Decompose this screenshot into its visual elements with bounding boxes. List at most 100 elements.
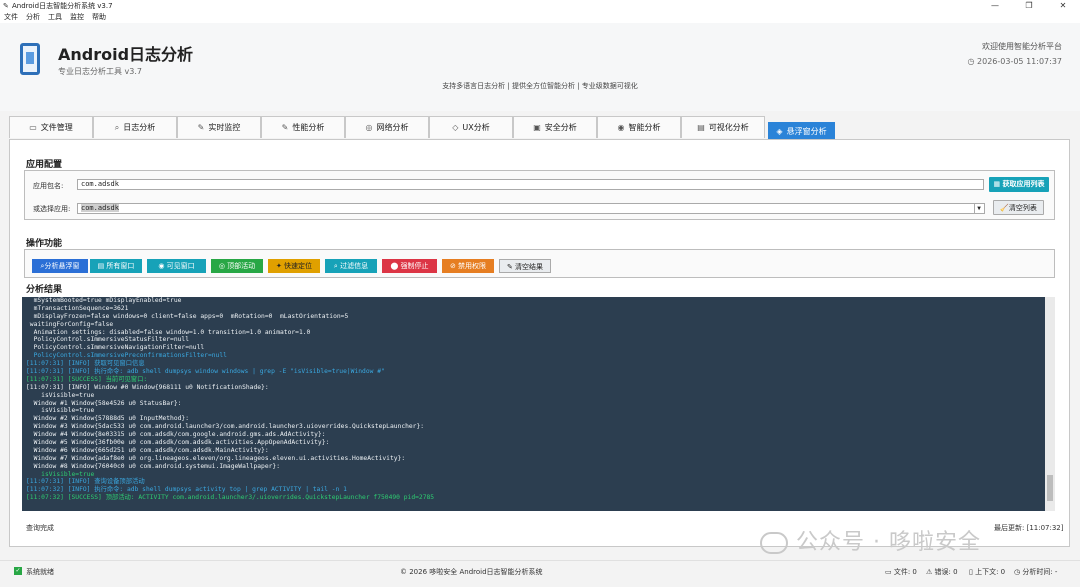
tab-smart[interactable]: ◉ 智能分析 bbox=[597, 116, 681, 138]
menu-analysis[interactable]: 分析 bbox=[26, 12, 40, 23]
console-line: mTransactionSequence=3621 bbox=[26, 304, 129, 312]
ops-title: 操作功能 bbox=[26, 239, 63, 249]
filter-info-button[interactable]: ⌕ 过滤信息 bbox=[325, 259, 377, 273]
op-label: 过滤信息 bbox=[340, 262, 369, 270]
window-title: Android日志智能分析系统 v3.7 bbox=[12, 2, 113, 10]
broom-icon: ✎ bbox=[506, 263, 516, 271]
force-stop-button[interactable]: ⬤ 强制停止 bbox=[382, 259, 437, 273]
tab-bar: ▭ 文件管理 ⌕ 日志分析 ✎ 实时监控 ✎ 性能分析 ◎ 网络分析 ◇ UX分析 ▣ 安全分… bbox=[9, 116, 1069, 139]
chevron-down-icon[interactable]: ▼ bbox=[974, 204, 983, 213]
app-header: Android日志分析 专业日志分析工具 v3.7 欢迎使用智能分析平台 ◷ 2… bbox=[0, 23, 1080, 111]
tool-icon: ✎ bbox=[281, 123, 289, 132]
eye-icon: ◉ bbox=[158, 262, 167, 270]
minimize-icon[interactable]: — bbox=[978, 0, 1012, 12]
status-files-value: 文件: 0 bbox=[893, 568, 917, 576]
tab-floating-window[interactable]: ◈ 悬浮窗分析 bbox=[768, 122, 835, 139]
quick-locate-button[interactable]: ✦ 快速定位 bbox=[268, 259, 320, 273]
ban-icon: ⊘ bbox=[449, 262, 459, 270]
app-select[interactable]: com.adsdk ▼ bbox=[77, 203, 985, 214]
app-subtitle: 专业日志分析工具 v3.7 bbox=[58, 67, 142, 76]
check-icon: ✓ bbox=[14, 567, 22, 575]
op-label: 顶部活动 bbox=[227, 262, 256, 270]
visible-windows-button[interactable]: ◉ 可见窗口 bbox=[147, 259, 206, 273]
console-scrollbar[interactable] bbox=[1045, 297, 1055, 511]
op-label: 可见窗口 bbox=[166, 262, 195, 270]
status-analysis-time: ◷ 分析时间: - bbox=[1014, 567, 1057, 577]
warning-icon: ⚠ bbox=[926, 568, 935, 576]
tab-realtime-monitor[interactable]: ✎ 实时监控 bbox=[177, 116, 261, 138]
results-title: 分析结果 bbox=[26, 285, 63, 295]
get-apps-label: 获取应用列表 bbox=[1002, 180, 1045, 188]
menu-help[interactable]: 帮助 bbox=[92, 12, 106, 23]
chart-icon: ▤ bbox=[697, 123, 705, 132]
all-windows-button[interactable]: ▤ 所有窗口 bbox=[90, 259, 142, 273]
menu-tools[interactable]: 工具 bbox=[48, 12, 62, 23]
status-errors-value: 错误: 0 bbox=[934, 568, 958, 576]
package-input[interactable]: com.adsdk bbox=[77, 179, 984, 190]
maximize-icon[interactable]: ❐ bbox=[1012, 0, 1046, 12]
status-analysis-time-value: 分析时间: - bbox=[1022, 568, 1058, 576]
op-label: 所有窗口 bbox=[106, 262, 135, 270]
scrollbar-thumb[interactable] bbox=[1047, 475, 1053, 501]
tab-security[interactable]: ▣ 安全分析 bbox=[513, 116, 597, 138]
console-line: Window #6 Window{665d251 u0 com.adsdk/co… bbox=[26, 446, 269, 454]
console-line: Window #3 Window{5dac533 u0 com.android.… bbox=[26, 423, 425, 431]
window-icon: ◈ bbox=[776, 127, 783, 136]
console-line: Window #8 Window{76040c0 u0 com.android.… bbox=[26, 462, 281, 470]
console-line: Window #2 Window{57888d5 u0 InputMethod}… bbox=[26, 415, 190, 423]
tab-label: 悬浮窗分析 bbox=[786, 127, 827, 136]
target-icon: ◎ bbox=[218, 262, 228, 270]
console-line: isVisible=true bbox=[26, 391, 95, 399]
tab-performance[interactable]: ✎ 性能分析 bbox=[261, 116, 345, 138]
tab-file-management[interactable]: ▭ 文件管理 bbox=[9, 116, 93, 138]
config-title: 应用配置 bbox=[26, 160, 63, 170]
ux-icon: ◇ bbox=[452, 123, 459, 132]
results-console[interactable]: mSystemBooted=true mDisplayEnabled=true … bbox=[22, 297, 1055, 511]
console-line: PolicyControl.sImmersivePreconfirmations… bbox=[26, 352, 227, 360]
op-label: 禁用权限 bbox=[458, 262, 487, 270]
datetime: ◷ 2026-03-05 11:07:37 bbox=[968, 57, 1063, 66]
disable-permission-button[interactable]: ⊘ 禁用权限 bbox=[442, 259, 494, 273]
status-context: ▯ 上下文: 0 bbox=[969, 567, 1005, 577]
tab-label: UX分析 bbox=[462, 123, 490, 132]
tab-network[interactable]: ◎ 网络分析 bbox=[345, 116, 429, 138]
welcome-text: 欢迎使用智能分析平台 bbox=[982, 42, 1062, 51]
title-bar: ✎ Android日志智能分析系统 v3.7 — ❐ ✕ bbox=[0, 0, 1080, 12]
wand-icon: ✦ bbox=[275, 262, 285, 270]
tab-log-analysis[interactable]: ⌕ 日志分析 bbox=[93, 116, 177, 138]
op-label: 清空结果 bbox=[515, 263, 544, 271]
tab-ux[interactable]: ◇ UX分析 bbox=[429, 116, 513, 138]
console-line: [11:07:32] [SUCCESS] 顶部活动: ACTIVITY com.… bbox=[26, 494, 435, 502]
tab-label: 可视化分析 bbox=[708, 123, 749, 132]
console-line: isVisible=true bbox=[26, 407, 95, 415]
console-lines: mSystemBooted=true mDisplayEnabled=true … bbox=[22, 297, 1055, 502]
clear-results-button[interactable]: ✎ 清空结果 bbox=[499, 259, 551, 273]
app-select-value: com.adsdk bbox=[81, 204, 119, 212]
app-pen-icon: ✎ bbox=[3, 2, 9, 10]
clock-icon: ◷ bbox=[967, 57, 978, 66]
clear-list-label: 清空列表 bbox=[1008, 204, 1037, 212]
stop-icon: ⬤ bbox=[390, 262, 401, 270]
get-apps-button[interactable]: ▦ 获取应用列表 bbox=[989, 177, 1049, 192]
tab-label: 日志分析 bbox=[123, 123, 156, 132]
tab-visualization[interactable]: ▤ 可视化分析 bbox=[681, 116, 765, 138]
menu-file[interactable]: 文件 bbox=[4, 12, 18, 23]
watermark-text: 公众号 · 哆啦安全 bbox=[796, 530, 981, 555]
menu-monitor[interactable]: 监控 bbox=[70, 12, 84, 23]
top-activity-button[interactable]: ◎ 顶部活动 bbox=[211, 259, 263, 273]
tab-label: 网络分析 bbox=[376, 123, 409, 132]
console-line: Window #5 Window{36fb00e u0 com.adsdk/co… bbox=[26, 439, 330, 447]
brain-icon: ◉ bbox=[617, 123, 625, 132]
shield-icon: ▣ bbox=[533, 123, 541, 132]
app-list-icon: ▦ bbox=[993, 180, 1003, 188]
phone-logo-icon bbox=[20, 43, 40, 75]
status-context-value: 上下文: 0 bbox=[975, 568, 1006, 576]
broom-icon: 🧹 bbox=[1000, 204, 1009, 212]
close-icon[interactable]: ✕ bbox=[1046, 0, 1080, 12]
clear-list-button[interactable]: 🧹清空列表 bbox=[993, 200, 1044, 215]
analyze-floating-button[interactable]: ⌕分析悬浮窗 bbox=[32, 259, 88, 273]
console-line: PolicyControl.sImmersiveStatusFilter=nul… bbox=[26, 336, 190, 344]
last-updated: 最后更新: [11:07:32] bbox=[994, 524, 1064, 532]
console-line: Animation settings: disabled=false windo… bbox=[26, 328, 311, 336]
file-icon: ▭ bbox=[29, 123, 37, 132]
